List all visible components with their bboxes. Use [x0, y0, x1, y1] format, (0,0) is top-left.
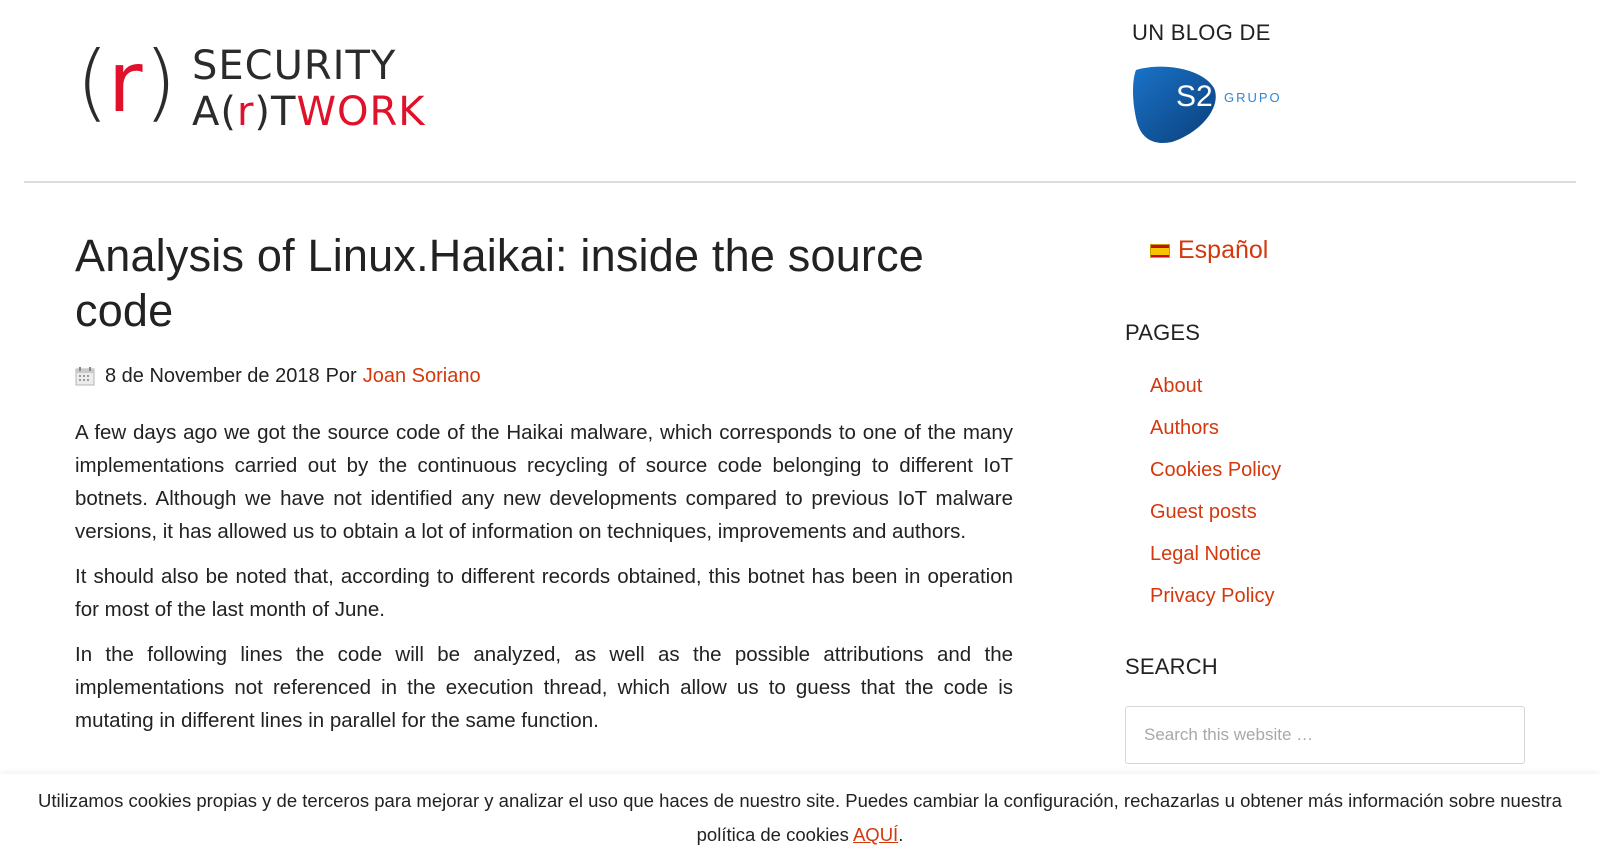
site-header: ( r ) SECURITY A(r)TWORK UN BLOG DE S2 G…: [0, 0, 1600, 183]
search-widget-title: SEARCH: [1125, 654, 1218, 679]
logo-text-t: )T: [254, 89, 297, 135]
cookie-message-end: .: [898, 824, 904, 845]
author-link[interactable]: Joan Soriano: [363, 362, 481, 390]
language-switcher[interactable]: Español: [1150, 236, 1268, 265]
calendar-icon: [75, 366, 95, 386]
blog-by-label: UN BLOG DE: [1132, 20, 1271, 45]
cookie-banner-text: Utilizamos cookies propias y de terceros…: [30, 784, 1570, 852]
article-paragraph: It should also be noted that, according …: [75, 565, 1013, 621]
header-divider: [24, 181, 1576, 183]
pages-widget-title: PAGES: [1125, 320, 1201, 345]
article-date: 8 de November de 2018: [105, 365, 320, 387]
article-body: A few days ago we got the source code of…: [75, 416, 1013, 737]
logo-text-security: SECURITY: [192, 43, 397, 89]
logo-text-work: WORK: [296, 89, 426, 135]
logo-paren-left: (: [76, 33, 109, 131]
page-link-privacy-policy[interactable]: Privacy Policy: [1150, 575, 1281, 617]
cookie-banner: Utilizamos cookies propias y de terceros…: [0, 774, 1600, 865]
page-link-legal-notice[interactable]: Legal Notice: [1150, 533, 1281, 575]
s2-mark-text: S2: [1176, 80, 1213, 113]
logo-r-mark: r: [108, 33, 143, 131]
s2-grupo-logo[interactable]: S2 GRUPO: [1132, 66, 1282, 144]
search-input[interactable]: [1125, 706, 1525, 764]
language-label: Español: [1178, 236, 1269, 264]
article: Analysis of Linux.Haikai: inside the sou…: [75, 228, 1013, 749]
article-meta: 8 de November de 2018 Por Joan Soriano: [75, 362, 1013, 390]
article-paragraph: In the following lines the code will be …: [75, 643, 1013, 732]
article-title: Analysis of Linux.Haikai: inside the sou…: [75, 230, 925, 336]
cookie-policy-link[interactable]: AQUÍ: [853, 824, 898, 845]
logo-text-artwork: A(r)TWORK: [192, 88, 426, 136]
logo-text-r: r: [236, 89, 255, 135]
page-link-guest-posts[interactable]: Guest posts: [1150, 491, 1281, 533]
article-paragraph: A few days ago we got the source code of…: [75, 421, 1013, 543]
pages-list: About Authors Cookies Policy Guest posts…: [1150, 365, 1281, 617]
page-link-about[interactable]: About: [1150, 365, 1281, 407]
logo-paren-right: ): [144, 33, 177, 131]
spain-flag-icon: [1150, 243, 1170, 258]
cookie-message: Utilizamos cookies propias y de terceros…: [38, 790, 1562, 845]
s2-grupo-text: GRUPO: [1224, 90, 1282, 105]
page-link-authors[interactable]: Authors: [1150, 407, 1281, 449]
page-link-cookies-policy[interactable]: Cookies Policy: [1150, 449, 1281, 491]
site-logo[interactable]: ( r ) SECURITY A(r)TWORK: [76, 34, 436, 140]
logo-text-a: A(: [192, 89, 237, 135]
article-by-label: Por: [325, 365, 357, 387]
